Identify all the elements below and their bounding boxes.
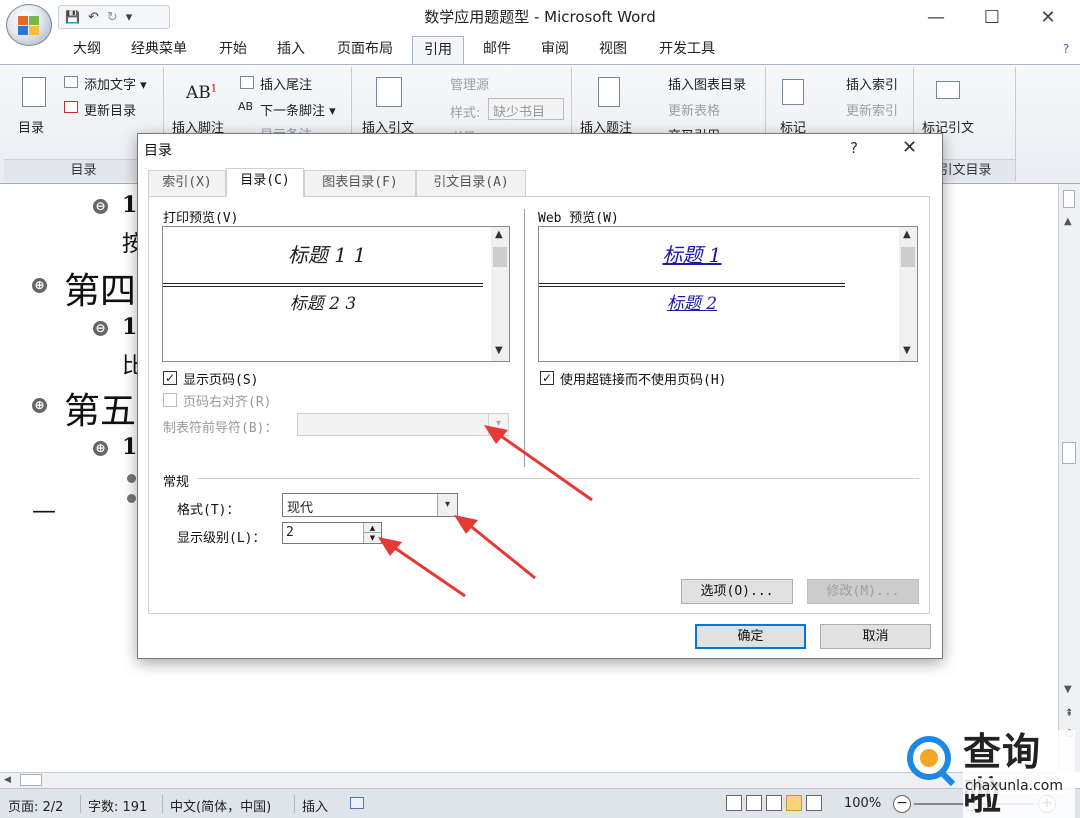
arrow-to-format: [467, 522, 536, 580]
arrow-head: [378, 537, 402, 556]
arrow-to-show-levels: [391, 544, 466, 598]
annotation-arrows: [378, 425, 593, 598]
arrow-head: [454, 515, 478, 534]
arrow-head: [484, 425, 508, 444]
arrow-to-tab-leader: [497, 432, 593, 502]
